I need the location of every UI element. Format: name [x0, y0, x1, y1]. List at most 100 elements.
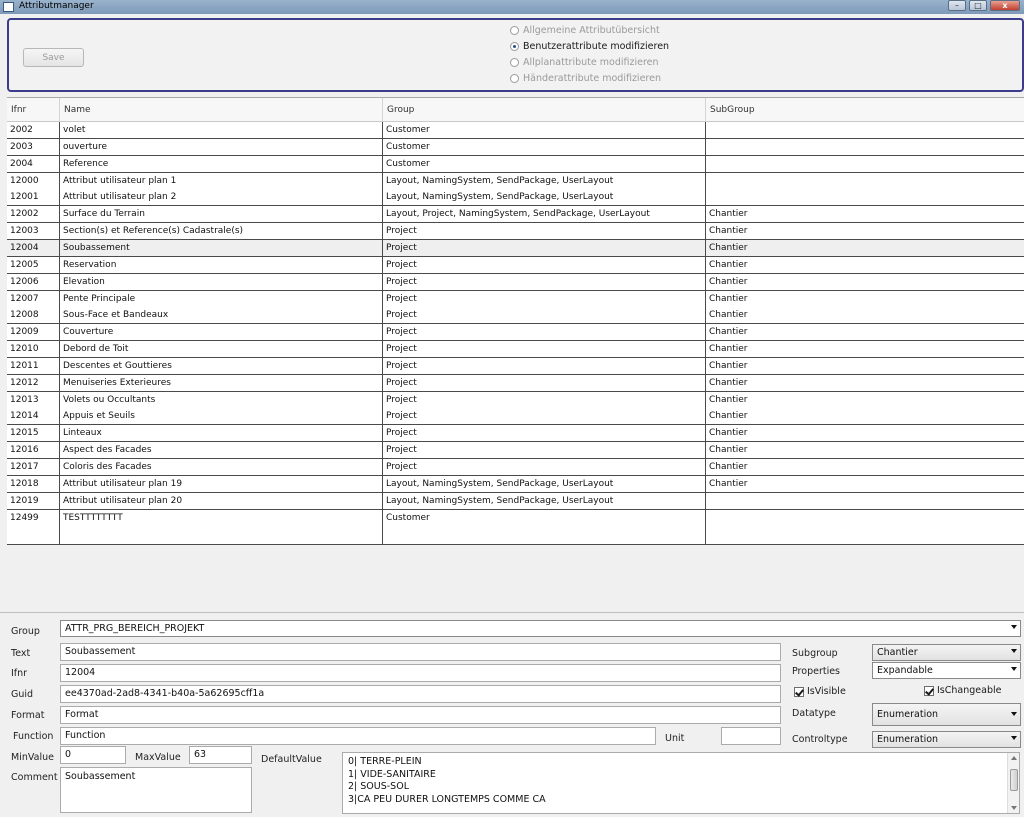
isvisible-checkbox[interactable]: IsVisible: [794, 686, 846, 697]
cell-name: Reservation: [60, 256, 383, 273]
group-combobox-value: ATTR_PRG_BEREICH_PROJEKT: [65, 623, 205, 634]
table-row[interactable]: 2004 Reference Customer: [7, 155, 1024, 173]
table-row[interactable]: 12016 Aspect des Facades Project Chantier: [7, 442, 1024, 460]
table-row[interactable]: 12015 Linteaux Project Chantier: [7, 425, 1024, 443]
group-label: Group: [11, 626, 40, 637]
scroll-down-icon[interactable]: [1011, 806, 1017, 810]
maxvalue-field[interactable]: 63: [189, 746, 252, 764]
cell-subgroup: Chantier: [709, 478, 748, 489]
defaultvalue-label: DefaultValue: [261, 754, 322, 765]
radio-allplan-attributes[interactable]: Allplanattribute modifizieren: [510, 57, 659, 68]
cell-ifnr: 12009: [7, 324, 60, 341]
table-row[interactable]: 12014 Appuis et Seuils Project Chantier: [7, 408, 1024, 426]
table-row[interactable]: 12010 Debord de Toit Project Chantier: [7, 341, 1024, 359]
cell-group: Customer: [383, 509, 706, 526]
cell-name: Surface du Terrain: [60, 206, 383, 223]
table-row[interactable]: 12001 Attribut utilisateur plan 2 Layout, …: [7, 189, 1024, 207]
properties-label: Properties: [792, 666, 841, 677]
controltype-combobox-value: Enumeration: [877, 734, 939, 745]
cell-ifnr: 12008: [7, 307, 60, 324]
cell-subgroup: Chantier: [709, 462, 748, 472]
column-header-name[interactable]: Name: [60, 98, 383, 122]
unit-field[interactable]: [721, 727, 781, 745]
table-row[interactable]: 2002 volet Customer: [7, 122, 1024, 139]
controltype-combobox[interactable]: Enumeration: [872, 731, 1021, 748]
table-row[interactable]: 12008 Sous-Face et Bandeaux Project Chantie…: [7, 307, 1024, 325]
table-row[interactable]: 12012 Menuiseries Exterieures Project Chant…: [7, 374, 1024, 392]
table-row[interactable]: 12004 Soubassement Project Chantier: [7, 239, 1024, 257]
datatype-combobox[interactable]: Enumeration: [872, 703, 1021, 726]
comment-field[interactable]: Soubassement: [60, 767, 252, 813]
table-row[interactable]: 12017 Coloris des Facades Project Chantier: [7, 459, 1024, 476]
ischangeable-checkbox[interactable]: IsChangeable: [924, 685, 1001, 696]
datatype-combobox-value: Enumeration: [877, 709, 939, 720]
minvalue-field[interactable]: 0: [60, 746, 126, 764]
cell-subgroup: Chantier: [709, 411, 748, 422]
table-row[interactable]: 12000 Attribut utilisateur plan 1 Layout, …: [7, 172, 1024, 190]
cell-ifnr: 12003: [7, 223, 60, 240]
table-row[interactable]: 2003 ouverture Customer: [7, 138, 1024, 156]
table-row[interactable]: 12019 Attribut utilisateur plan 20 Layout,…: [7, 492, 1024, 510]
close-button[interactable]: x: [990, 0, 1020, 11]
radio-general-overview[interactable]: Allgemeine Attributübersicht: [510, 25, 660, 36]
scroll-thumb[interactable]: [1010, 769, 1018, 791]
minimize-button[interactable]: –: [948, 0, 966, 11]
radio-user-attributes[interactable]: Benutzerattribute modifizieren: [510, 41, 669, 52]
table-row[interactable]: 12011 Descentes et Gouttieres Project Chant…: [7, 357, 1024, 375]
properties-combobox[interactable]: Expandable: [872, 662, 1021, 679]
subgroup-label: Subgroup: [792, 648, 838, 659]
window-title: Attributmanager: [19, 1, 94, 11]
cell-ifnr: 2003: [7, 138, 60, 155]
maximize-button[interactable]: □: [969, 0, 987, 11]
chevron-down-icon: [1011, 712, 1017, 716]
column-header-group[interactable]: Group: [383, 98, 706, 122]
grid-header: Ifnr Name Group SubGroup: [7, 98, 1024, 122]
default-list-scrollbar[interactable]: [1007, 753, 1019, 813]
list-item[interactable]: 0| TERRE-PLEIN: [348, 756, 1019, 769]
checkmark-icon: [924, 685, 934, 696]
cell-empty: [383, 526, 706, 545]
table-row[interactable]: 12002 Surface du Terrain Layout, Project, …: [7, 206, 1024, 224]
ifnr-field[interactable]: 12004: [60, 664, 781, 682]
scroll-up-icon[interactable]: [1011, 756, 1017, 760]
cell-group: Layout, Project, NamingSystem, SendPacka…: [383, 206, 706, 223]
format-label: Format: [11, 710, 45, 721]
cell-name: Attribut utilisateur plan 19: [60, 475, 383, 492]
cell-ifnr: 12000: [7, 172, 60, 189]
table-row[interactable]: 12003 Section(s) et Reference(s) Cadastra…: [7, 223, 1024, 241]
cell-group: Layout, NamingSystem, SendPackage, UserL…: [383, 189, 706, 206]
table-row[interactable]: 12499 TESTTTTTTTT Customer: [7, 509, 1024, 527]
function-field[interactable]: Function: [60, 727, 656, 745]
guid-field[interactable]: ee4370ad-2ad8-4341-b40a-5a62695cff1a: [60, 685, 781, 703]
radio-dealer-attributes[interactable]: Händerattribute modifizieren: [510, 73, 661, 84]
cell-ifnr: 12005: [7, 256, 60, 273]
cell-subgroup: Chantier: [709, 242, 748, 253]
app-window-icon: [3, 2, 14, 12]
table-row[interactable]: 12006 Elevation Project Chantier: [7, 273, 1024, 291]
table-row[interactable]: 12013 Volets ou Occultants Project Chantier: [7, 391, 1024, 409]
ifnr-label: Ifnr: [11, 668, 28, 679]
cell-name: Descentes et Gouttieres: [60, 357, 383, 374]
default-value-list[interactable]: 0| TERRE-PLEIN 1| VIDE-SANITAIRE 2| SOUS…: [342, 752, 1020, 814]
list-item[interactable]: 3|CA PEU DURER LONGTEMPS COMME CA: [348, 794, 1019, 807]
text-field[interactable]: Soubassement: [60, 643, 781, 661]
list-item[interactable]: 2| SOUS-SOL: [348, 781, 1019, 794]
table-row[interactable]: 12018 Attribut utilisateur plan 19 Layout,…: [7, 475, 1024, 493]
cell-subgroup: Chantier: [709, 293, 748, 304]
cell-empty: [60, 526, 383, 545]
attribute-grid[interactable]: Ifnr Name Group SubGroup 2002 volet Custom…: [7, 97, 1024, 611]
table-row-new[interactable]: [7, 526, 1024, 546]
table-row[interactable]: 12007 Pente Principale Project Chantier: [7, 290, 1024, 308]
cell-group: Project: [383, 273, 706, 290]
group-combobox[interactable]: ATTR_PRG_BEREICH_PROJEKT: [60, 620, 1021, 637]
column-header-subgroup[interactable]: SubGroup: [706, 98, 1024, 122]
subgroup-combobox[interactable]: Chantier: [872, 644, 1021, 661]
title-bar: Attributmanager – □ x: [0, 0, 1024, 14]
table-row[interactable]: 12005 Reservation Project Chantier: [7, 256, 1024, 274]
format-field[interactable]: Format: [60, 706, 781, 724]
column-header-ifnr[interactable]: Ifnr: [7, 98, 60, 122]
table-row[interactable]: 12009 Couverture Project Chantier: [7, 324, 1024, 342]
cell-group: Customer: [383, 138, 706, 155]
save-button[interactable]: Save: [23, 48, 84, 67]
list-item[interactable]: 1| VIDE-SANITAIRE: [348, 769, 1019, 782]
